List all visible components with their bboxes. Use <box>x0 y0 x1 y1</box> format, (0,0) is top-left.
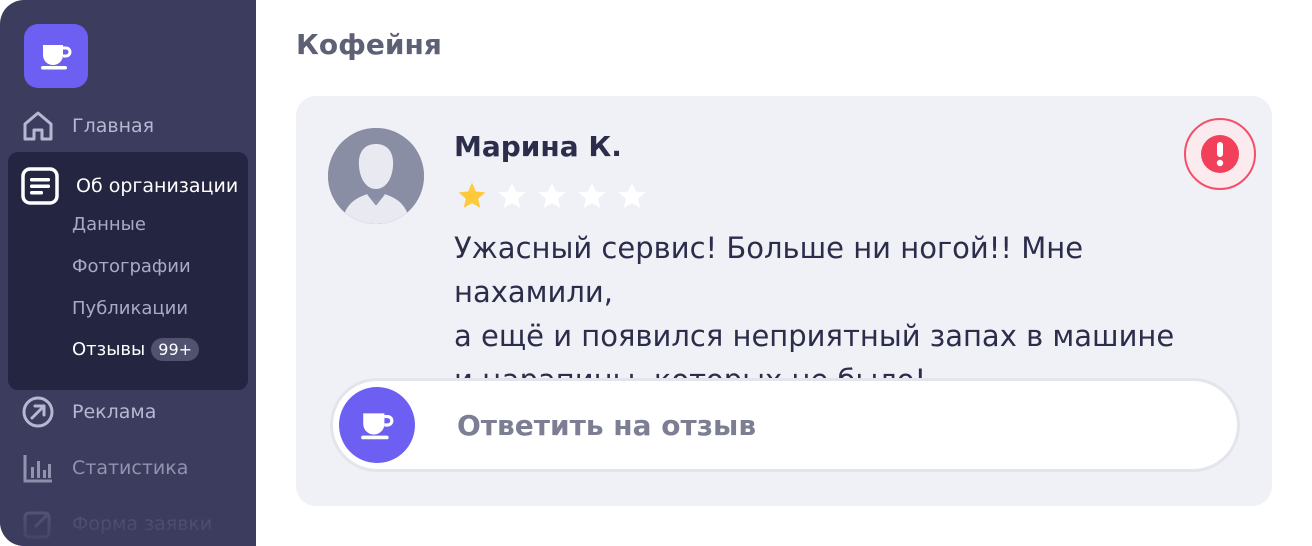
sidebar-group-organization: Об организации Данные Фотографии Публика… <box>8 152 248 390</box>
star-empty-icon <box>532 178 572 214</box>
star-empty-icon <box>572 178 612 214</box>
sidebar-item-label: Главная <box>72 115 155 137</box>
sidebar-item-label: Статистика <box>72 457 189 479</box>
sidebar-item-ads[interactable]: Реклама <box>20 394 156 430</box>
exclamation-icon <box>1201 135 1239 173</box>
rating-stars <box>452 178 652 214</box>
sidebar-subitem-publications[interactable]: Публикации <box>72 298 188 319</box>
arrow-up-right-circle-icon <box>20 394 56 430</box>
reply-placeholder: Ответить на отзыв <box>457 408 757 442</box>
sidebar-subitem-photos[interactable]: Фотографии <box>72 256 191 277</box>
star-empty-icon <box>612 178 652 214</box>
sidebar-item-home[interactable]: Главная <box>20 108 154 144</box>
sidebar-item-label: Форма заявки <box>72 513 213 535</box>
review-author: Марина К. <box>454 130 622 163</box>
sidebar-item-organization[interactable]: Об организации <box>20 166 238 206</box>
review-card: Марина К. Ужасный сервис! Больше ни ного… <box>296 96 1272 506</box>
page-title: Кофейня <box>296 28 442 61</box>
sidebar-subitem-data[interactable]: Данные <box>72 214 146 235</box>
sidebar: Главная Об организации Данные Фотографии… <box>0 0 256 546</box>
document-icon <box>20 166 60 206</box>
reply-input[interactable]: Ответить на отзыв <box>330 378 1240 472</box>
review-text-line: Ужасный сервис! Больше ни ногой!! Мне на… <box>454 231 1084 309</box>
review-text: Ужасный сервис! Больше ни ногой!! Мне на… <box>454 226 1234 402</box>
report-button[interactable] <box>1184 118 1256 190</box>
bar-chart-icon <box>20 450 56 486</box>
sidebar-item-label: Об организации <box>76 175 239 197</box>
review-text-line: а ещё и появился неприятный запах в маши… <box>454 319 1175 353</box>
sidebar-subitem-label: Отзывы <box>72 339 146 360</box>
sidebar-item-statistics[interactable]: Статистика <box>20 450 188 486</box>
reviews-count-badge: 99+ <box>151 338 200 361</box>
sidebar-subitem-reviews[interactable]: Отзывы 99+ <box>72 338 200 361</box>
sidebar-item-request-form[interactable]: Форма заявки <box>20 506 212 542</box>
sidebar-item-label: Реклама <box>72 401 157 423</box>
coffee-cup-icon <box>339 387 415 463</box>
star-filled-icon <box>452 178 492 214</box>
home-icon <box>20 108 56 144</box>
star-empty-icon <box>492 178 532 214</box>
avatar <box>328 128 424 224</box>
edit-icon <box>20 506 56 542</box>
coffee-cup-icon[interactable] <box>24 24 88 88</box>
app-root: Главная Об организации Данные Фотографии… <box>0 0 1312 546</box>
